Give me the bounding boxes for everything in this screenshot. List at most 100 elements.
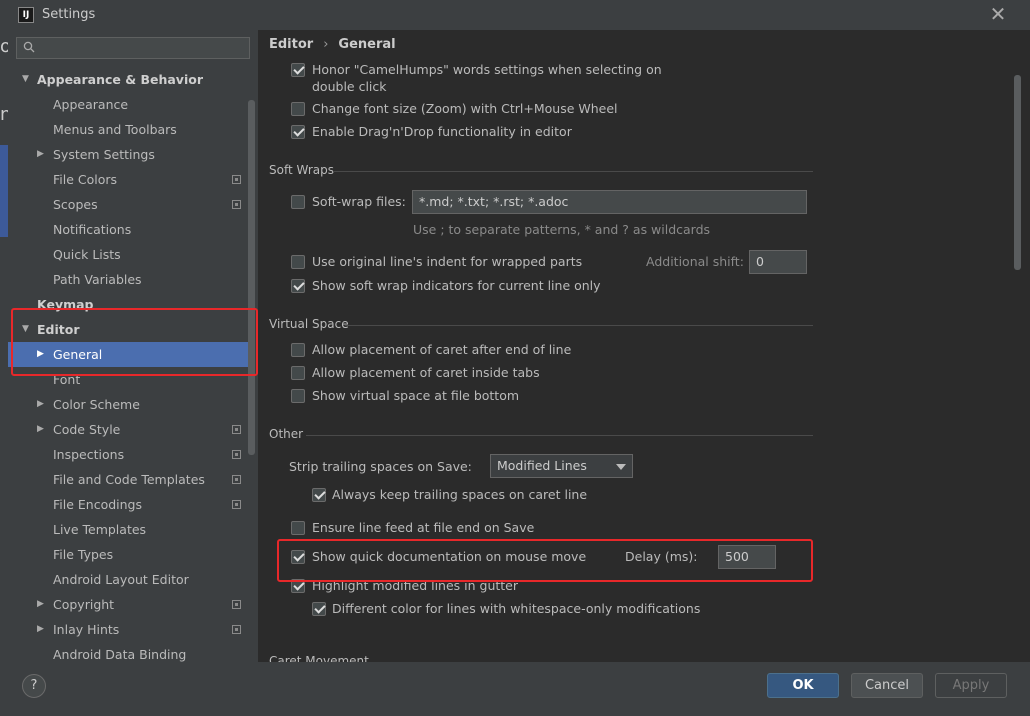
apply-button[interactable]: Apply bbox=[935, 673, 1007, 698]
project-scope-icon bbox=[232, 500, 241, 509]
additional-shift-label: Additional shift: bbox=[646, 254, 744, 269]
virtual-space-bottom-checkbox[interactable] bbox=[291, 389, 305, 403]
sidebar-item-copyright[interactable]: ▶ Copyright bbox=[8, 592, 252, 617]
help-button[interactable]: ? bbox=[22, 674, 46, 698]
additional-shift-input[interactable]: 0 bbox=[749, 250, 807, 274]
breadcrumb-separator: › bbox=[323, 37, 329, 52]
caret-after-eol-label: Allow placement of caret after end of li… bbox=[312, 342, 572, 357]
sidebar-item-android-data-binding[interactable]: Android Data Binding bbox=[8, 642, 252, 662]
chevron-right-icon: ▶ bbox=[37, 424, 44, 434]
zoom-font-checkbox[interactable] bbox=[291, 102, 305, 116]
project-scope-icon bbox=[232, 475, 241, 484]
sidebar-item-system-settings[interactable]: ▶ System Settings bbox=[8, 142, 252, 167]
original-indent-label: Use original line's indent for wrapped p… bbox=[312, 254, 583, 269]
sidebar-item-label: Menus and Toolbars bbox=[53, 122, 177, 137]
whitespace-color-label: Different color for lines with whitespac… bbox=[332, 601, 701, 616]
sidebar-item-code-style[interactable]: ▶ Code Style bbox=[8, 417, 252, 442]
camel-humps-checkbox[interactable] bbox=[291, 63, 305, 77]
keep-trailing-label: Always keep trailing spaces on caret lin… bbox=[332, 487, 588, 502]
project-scope-icon bbox=[232, 450, 241, 459]
sidebar-item-label: Android Layout Editor bbox=[53, 572, 189, 587]
zoom-font-label: Change font size (Zoom) with Ctrl+Mouse … bbox=[312, 101, 618, 116]
sidebar-item-notifications[interactable]: Notifications bbox=[8, 217, 252, 242]
ok-button[interactable]: OK bbox=[767, 673, 839, 698]
soft-wrap-indicators-label: Show soft wrap indicators for current li… bbox=[312, 278, 601, 293]
sidebar-item-inlay-hints[interactable]: ▶ Inlay Hints bbox=[8, 617, 252, 642]
sidebar-item-label: File Encodings bbox=[53, 497, 143, 512]
sidebar-item-label: File and Code Templates bbox=[53, 472, 205, 487]
soft-wrap-files-hint: Use ; to separate patterns, * and ? as w… bbox=[413, 222, 711, 237]
sidebar-item-label: Inlay Hints bbox=[53, 622, 120, 637]
sidebar-item-label: Code Style bbox=[53, 422, 121, 437]
search-icon bbox=[23, 41, 35, 53]
caret-after-eol-checkbox[interactable] bbox=[291, 343, 305, 357]
highlight-box bbox=[277, 539, 813, 582]
strip-trailing-label: Strip trailing spaces on Save: bbox=[289, 459, 472, 474]
drag-drop-label: Enable Drag'n'Drop functionality in edit… bbox=[312, 124, 572, 139]
background-app-panel bbox=[0, 145, 8, 237]
project-scope-icon bbox=[232, 175, 241, 184]
sidebar-item-quick-lists[interactable]: Quick Lists bbox=[8, 242, 252, 267]
section-divider bbox=[333, 171, 813, 172]
chevron-right-icon: ▶ bbox=[37, 399, 44, 409]
window-title: Settings bbox=[42, 7, 96, 22]
sidebar-item-label: Appearance & Behavior bbox=[37, 72, 203, 87]
chevron-right-icon: ▶ bbox=[37, 149, 44, 159]
strip-trailing-dropdown[interactable]: Modified Lines bbox=[490, 454, 633, 478]
line-feed-checkbox[interactable] bbox=[291, 521, 305, 535]
soft-wraps-heading: Soft Wraps bbox=[269, 163, 334, 177]
soft-wrap-files-input[interactable]: *.md; *.txt; *.rst; *.adoc bbox=[412, 190, 807, 214]
soft-wrap-files-label: Soft-wrap files: bbox=[312, 194, 406, 209]
sidebar-item-label: Inspections bbox=[53, 447, 125, 462]
sidebar-item-label: File Colors bbox=[53, 172, 118, 187]
title-bar: IJ Settings ✕ bbox=[8, 0, 1030, 30]
sidebar-item-android-layout-editor[interactable]: Android Layout Editor bbox=[8, 567, 252, 592]
close-icon[interactable]: ✕ bbox=[986, 3, 1010, 27]
section-divider bbox=[306, 435, 813, 436]
breadcrumb-parent[interactable]: Editor bbox=[269, 37, 313, 52]
sidebar-item-file-types[interactable]: File Types bbox=[8, 542, 252, 567]
sidebar-item-label: Copyright bbox=[53, 597, 115, 612]
chevron-right-icon: ▶ bbox=[37, 624, 44, 634]
sidebar-item-file-encodings[interactable]: File Encodings bbox=[8, 492, 252, 517]
keep-trailing-checkbox[interactable] bbox=[312, 488, 326, 502]
camel-humps-label-cont: double click bbox=[312, 79, 387, 94]
sidebar-item-label: System Settings bbox=[53, 147, 155, 162]
chevron-right-icon: ▶ bbox=[37, 599, 44, 609]
sidebar-item-label: Color Scheme bbox=[53, 397, 140, 412]
project-scope-icon bbox=[232, 200, 241, 209]
settings-dialog: IJ Settings ✕ ▼ Appearance & Behavior Ap… bbox=[8, 0, 1030, 716]
highlight-box bbox=[11, 308, 258, 376]
chevron-down-icon: ▼ bbox=[22, 74, 29, 84]
search-input[interactable] bbox=[16, 37, 250, 59]
sidebar-item-live-templates[interactable]: Live Templates bbox=[8, 517, 252, 542]
cancel-button[interactable]: Cancel bbox=[851, 673, 923, 698]
sidebar-item-label: Scopes bbox=[53, 197, 98, 212]
other-heading: Other bbox=[269, 427, 304, 441]
sidebar-item-color-scheme[interactable]: ▶ Color Scheme bbox=[8, 392, 252, 417]
sidebar-item-appearance[interactable]: Appearance bbox=[8, 92, 252, 117]
virtual-space-heading: Virtual Space bbox=[269, 317, 349, 331]
whitespace-color-checkbox[interactable] bbox=[312, 602, 326, 616]
chevron-down-icon bbox=[616, 464, 626, 470]
sidebar-item-scopes[interactable]: Scopes bbox=[8, 192, 252, 217]
caret-inside-tabs-checkbox[interactable] bbox=[291, 366, 305, 380]
breadcrumb: Editor › General bbox=[269, 37, 396, 52]
soft-wrap-files-checkbox[interactable] bbox=[291, 195, 305, 209]
drag-drop-checkbox[interactable] bbox=[291, 125, 305, 139]
breadcrumb-current: General bbox=[338, 37, 396, 52]
sidebar-item-label: Path Variables bbox=[53, 272, 142, 287]
sidebar-item-file-colors[interactable]: File Colors bbox=[8, 167, 252, 192]
sidebar-item-menus-toolbars[interactable]: Menus and Toolbars bbox=[8, 117, 252, 142]
strip-trailing-value: Modified Lines bbox=[497, 458, 587, 473]
project-scope-icon bbox=[232, 625, 241, 634]
sidebar-item-inspections[interactable]: Inspections bbox=[8, 442, 252, 467]
sidebar-item-file-code-templates[interactable]: File and Code Templates bbox=[8, 467, 252, 492]
soft-wrap-indicators-checkbox[interactable] bbox=[291, 279, 305, 293]
sidebar-item-appearance-behavior[interactable]: ▼ Appearance & Behavior bbox=[8, 67, 252, 92]
content-scrollbar[interactable] bbox=[1014, 75, 1021, 270]
sidebar-scrollbar[interactable] bbox=[248, 100, 255, 455]
original-indent-checkbox[interactable] bbox=[291, 255, 305, 269]
sidebar-item-path-variables[interactable]: Path Variables bbox=[8, 267, 252, 292]
sidebar-item-label: Appearance bbox=[53, 97, 129, 112]
